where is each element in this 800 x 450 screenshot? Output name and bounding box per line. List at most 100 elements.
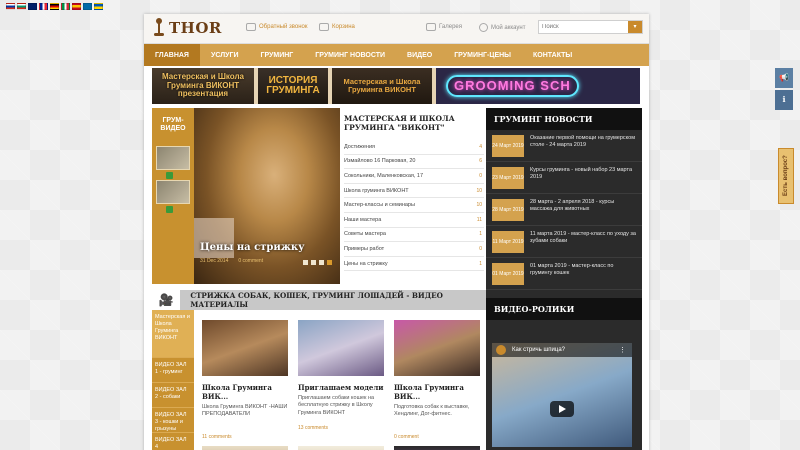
search-input[interactable] — [539, 21, 627, 33]
school-link-label: Достижения — [344, 143, 376, 150]
nav-home[interactable]: Главная — [144, 44, 200, 66]
nav-video[interactable]: Видео — [396, 44, 443, 66]
tab-video-hall-1[interactable]: ВИДЕО ЗАЛ 1 - груминг — [152, 358, 194, 383]
slider-photo[interactable]: Цены на стрижку 31 Dec 2014 0 comment — [194, 108, 340, 284]
school-link[interactable]: Примеры работ 0 — [344, 242, 484, 257]
card-comments[interactable]: 13 comments — [298, 425, 386, 431]
account-link[interactable]: Мой аккаунт — [479, 23, 525, 32]
banner-workshop[interactable]: Мастерская и Школа Груминга ВИКОНТ — [332, 68, 432, 104]
tab-vikont[interactable]: Мастерская и Школа Груминга ВИКОНТ — [152, 310, 194, 358]
flag-ru-icon[interactable] — [6, 3, 15, 10]
gallery-link[interactable]: Галерея — [426, 23, 462, 31]
news-text[interactable]: Курсы груминга - новый набор 23 марта 20… — [530, 167, 636, 188]
banner-grooming-school[interactable]: GROOMING SCH — [436, 68, 640, 104]
flag-de-icon[interactable] — [50, 3, 59, 10]
news-item[interactable]: 28 Март 2019 28 марта - 2 апреля 2018 - к… — [486, 194, 642, 226]
news-item[interactable]: 11 Март 2019 11 марта 2019 - мастер-класс… — [486, 226, 642, 258]
school-link[interactable]: Наши мастера 11 — [344, 213, 484, 228]
slider-comments[interactable]: 0 comment — [238, 258, 263, 264]
tab-video-hall-4[interactable]: ВИДЕО ЗАЛ 4 — [152, 433, 194, 450]
play-button[interactable] — [550, 401, 574, 417]
logo[interactable]: THOR — [152, 18, 222, 38]
school-link[interactable]: Измайлово 16 Парковая, 20 6 — [344, 155, 484, 170]
news-heading: ГРУМИНГ НОВОСТИ — [486, 108, 642, 130]
nav-contacts[interactable]: Контакты — [522, 44, 583, 66]
flag-es-icon[interactable] — [72, 3, 81, 10]
news-item[interactable]: 24 Март 2019 Оказание первой помощи на гр… — [486, 130, 642, 162]
flag-bg-icon[interactable] — [17, 3, 26, 10]
flag-fr-icon[interactable] — [39, 3, 48, 10]
video-title[interactable]: Как стричь шпица? — [512, 347, 565, 353]
question-tab[interactable]: Есть вопрос? — [778, 148, 794, 204]
comment-count: 4 — [479, 143, 482, 150]
site-container: THOR Обратный звонок Корзина Галерея Мой… — [144, 14, 649, 450]
card-comments[interactable]: 11 comments — [202, 434, 290, 440]
slider-dot-active[interactable] — [327, 260, 332, 265]
nav-prices[interactable]: Груминг-цены — [443, 44, 522, 66]
banner-presentation[interactable]: Мастерская и Школа Груминга ВИКОНТ презе… — [152, 68, 254, 104]
video-player[interactable]: Как стричь шпица? ⋮ — [492, 343, 632, 447]
news-text[interactable]: 01 марта 2019 - мастер-класс по грумингу… — [530, 263, 636, 284]
right-sidebar: ГРУМИНГ НОВОСТИ 24 Март 2019 Оказание пер… — [486, 108, 642, 450]
school-link[interactable]: Сокольники, Маленковская, 17 0 — [344, 169, 484, 184]
video-card[interactable]: Школа Груминга ВИК... Школа Груминга ВИК… — [202, 320, 290, 450]
school-links: МАСТЕРСКАЯ И ШКОЛА ГРУМИНГА "ВИКОНТ" Дос… — [344, 114, 484, 272]
video-card[interactable]: Школа Груминга ВИК... Подготовка собак к… — [394, 320, 482, 450]
slider-caption[interactable]: Цены на стрижку — [200, 242, 305, 253]
banner-history[interactable]: ИСТОРИЯ ГРУМИНГА — [258, 68, 328, 104]
flag-gb-icon[interactable] — [28, 3, 37, 10]
school-link[interactable]: Мастер-классы и семинары 10 — [344, 198, 484, 213]
card-image[interactable] — [298, 320, 384, 376]
card-image[interactable] — [394, 446, 480, 450]
school-link-label: Примеры работ — [344, 245, 385, 252]
banner-strip: Мастерская и Школа Груминга ВИКОНТ презе… — [152, 68, 640, 104]
slider-dot[interactable] — [311, 260, 316, 265]
video-thumbnail[interactable] — [156, 180, 190, 204]
news-item[interactable]: 01 Март 2019 01 марта 2019 - мастер-класс… — [486, 258, 642, 290]
search-button[interactable]: ▾ — [628, 21, 642, 33]
school-link-label: Сокольники, Маленковская, 17 — [344, 172, 424, 179]
callback-link[interactable]: Обратный звонок — [246, 23, 308, 31]
info-tab[interactable]: ℹ — [775, 90, 793, 110]
video-thumbnail[interactable] — [156, 146, 190, 170]
video-card[interactable]: Приглашаем модели Приглашаем собаки коше… — [298, 320, 386, 450]
card-comments[interactable]: 0 comment — [394, 434, 482, 440]
card-image[interactable] — [202, 320, 288, 376]
flag-it-icon[interactable] — [61, 3, 70, 10]
card-text: Школа Груминга ВИКОНТ -НАШИ ПРЕПОДАВАТЕЛ… — [202, 404, 288, 418]
nav-grooming[interactable]: Груминг — [249, 44, 304, 66]
cart-link[interactable]: Корзина — [319, 23, 355, 31]
school-link[interactable]: Цены на стрижку 1 — [344, 257, 484, 272]
news-text[interactable]: 11 марта 2019 - мастер-класс по уходу за… — [530, 231, 636, 252]
card-image[interactable] — [202, 446, 288, 450]
nav-grooming-news[interactable]: Груминг новости — [304, 44, 396, 66]
flag-se-icon[interactable] — [83, 3, 92, 10]
tab-video-hall-3[interactable]: ВИДЕО ЗАЛ 3 - кошки и грызуны — [152, 408, 194, 433]
card-title[interactable]: Школа Груминга ВИК... — [394, 383, 482, 401]
grum-video-title: ГРУМ-ВИДЕО — [160, 117, 186, 133]
site-header: THOR Обратный звонок Корзина Галерея Мой… — [144, 14, 649, 44]
search-box: ▾ — [538, 20, 643, 34]
more-vert-icon[interactable]: ⋮ — [619, 346, 626, 354]
play-icon — [166, 206, 173, 213]
card-title[interactable]: Приглашаем модели — [298, 383, 386, 392]
slider-dot[interactable] — [303, 260, 308, 265]
school-link[interactable]: Школа груминга ВИКОНТ 10 — [344, 184, 484, 199]
tab-video-hall-2[interactable]: ВИДЕО ЗАЛ 2 - собаки — [152, 383, 194, 408]
card-title[interactable]: Школа Груминга ВИК... — [202, 383, 290, 401]
school-link[interactable]: Советы мастера 1 — [344, 228, 484, 243]
megaphone-tab[interactable]: 📢 — [775, 68, 793, 88]
card-image[interactable] — [298, 446, 384, 450]
school-link[interactable]: Достижения 4 — [344, 140, 484, 155]
section-title: СТРИЖКА СОБАК, КОШЕК, ГРУМИНГ ЛОШАДЕЙ - … — [190, 291, 443, 309]
flag-ua-icon[interactable] — [94, 3, 103, 10]
slider-date: 31 Dec 2014 — [200, 258, 229, 264]
news-item[interactable]: 23 Март 2019 Курсы груминга - новый набор… — [486, 162, 642, 194]
video-hall-tabs: Мастерская и Школа Груминга ВИКОНТ ВИДЕО… — [152, 310, 194, 450]
news-text[interactable]: Оказание первой помощи на грумерском сто… — [530, 135, 636, 156]
slider-dot[interactable] — [319, 260, 324, 265]
nav-services[interactable]: Услуги — [200, 44, 250, 66]
card-image[interactable] — [394, 320, 480, 376]
channel-avatar[interactable] — [496, 345, 506, 355]
news-text[interactable]: 28 марта - 2 апреля 2018 - курсы массажа… — [530, 199, 636, 220]
